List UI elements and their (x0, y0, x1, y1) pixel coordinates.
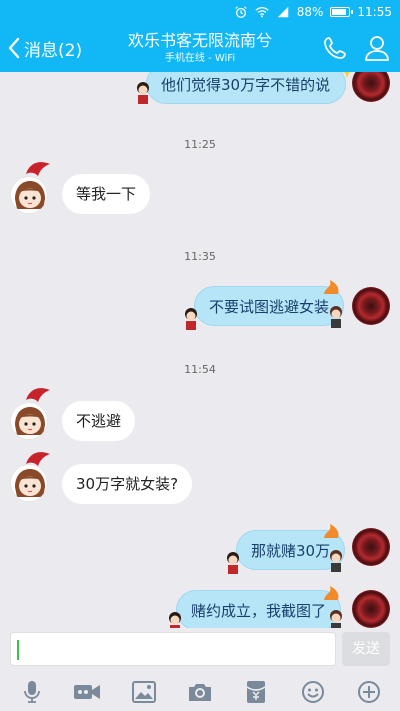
message-text: 30万字就女装? (76, 475, 179, 493)
signal-icon (277, 6, 288, 18)
flame-icon (324, 524, 339, 538)
avatar[interactable] (352, 528, 390, 566)
online-status: 手机在线 - WiFi (164, 53, 236, 64)
red-bird-icon (26, 388, 50, 402)
sticker-girl-icon (330, 550, 342, 572)
girl-avatar-icon (15, 181, 45, 209)
chat-title-block[interactable]: 欢乐书客无限流南兮 手机在线 - WiFi (110, 30, 290, 66)
outgoing-bubble[interactable]: 赌约成立，我截图了 (176, 590, 342, 628)
incoming-bubble[interactable]: 等我一下 (62, 174, 151, 214)
timestamp: 11:35 (184, 250, 216, 263)
outgoing-bubble[interactable]: 他们觉得30万字不错的说 (146, 72, 346, 104)
status-bar: 88% 11:55 (0, 0, 400, 24)
girl-avatar-icon (15, 407, 45, 435)
phone-call-icon[interactable] (320, 33, 350, 63)
message-text: 他们觉得30万字不错的说 (161, 76, 331, 94)
sticker-girl-icon (330, 306, 342, 328)
back-label: 消息(2) (24, 40, 83, 61)
camera-icon[interactable] (186, 679, 214, 705)
composer-toolbar (0, 672, 400, 711)
emoji-icon[interactable] (299, 679, 327, 705)
timestamp: 11:25 (184, 138, 216, 151)
battery-icon (330, 7, 354, 17)
avatar[interactable] (352, 72, 390, 102)
message-text: 等我一下 (76, 185, 137, 203)
flame-icon (324, 280, 339, 294)
image-icon[interactable] (130, 679, 158, 705)
sticker-boy-icon (185, 308, 197, 330)
message-list[interactable]: 他们觉得30万字不错的说 11:25 等我一下 11:35 不要试图逃避女装 1… (0, 72, 400, 628)
red-packet-icon[interactable] (242, 679, 270, 705)
profile-icon[interactable] (362, 33, 392, 63)
sticker-boy-icon (227, 552, 239, 574)
wifi-icon (255, 7, 269, 18)
avatar[interactable] (10, 176, 48, 214)
red-bird-icon (26, 162, 50, 176)
mic-icon[interactable] (18, 679, 46, 705)
message-text: 不逃避 (76, 412, 122, 430)
sticker-boy-icon (169, 612, 181, 628)
incoming-bubble[interactable]: 不逃避 (62, 401, 136, 441)
sticker-girl-icon (330, 610, 342, 628)
girl-avatar-icon (15, 469, 45, 497)
avatar[interactable] (10, 464, 48, 502)
status-time: 11:55 (357, 5, 392, 19)
message-text: 不要试图逃避女装 (209, 298, 330, 316)
back-button[interactable]: 消息(2) (8, 34, 82, 62)
flame-icon (324, 586, 339, 600)
battery-percent: 88% (296, 5, 324, 19)
battery-fill (332, 9, 346, 15)
timestamp: 11:54 (184, 363, 216, 376)
avatar[interactable] (352, 287, 390, 325)
message-input[interactable] (10, 632, 336, 666)
page-title: 欢乐书客无限流南兮 (127, 31, 272, 50)
incoming-bubble[interactable]: 30万字就女装? (62, 464, 193, 504)
composer: 发送 (0, 628, 400, 672)
chat-header: 消息(2) 欢乐书客无限流南兮 手机在线 - WiFi (0, 24, 400, 72)
message-text: 赌约成立，我截图了 (191, 602, 327, 620)
video-icon[interactable] (73, 679, 101, 705)
send-button[interactable]: 发送 (342, 632, 390, 666)
message-text: 那就赌30万 (251, 542, 331, 560)
alarm-icon (235, 6, 247, 18)
plus-icon[interactable] (355, 679, 383, 705)
avatar[interactable] (10, 402, 48, 440)
chevron-left-icon (8, 37, 20, 59)
avatar[interactable] (352, 590, 390, 628)
text-caret (17, 640, 19, 660)
sticker-boy-icon (137, 82, 149, 104)
